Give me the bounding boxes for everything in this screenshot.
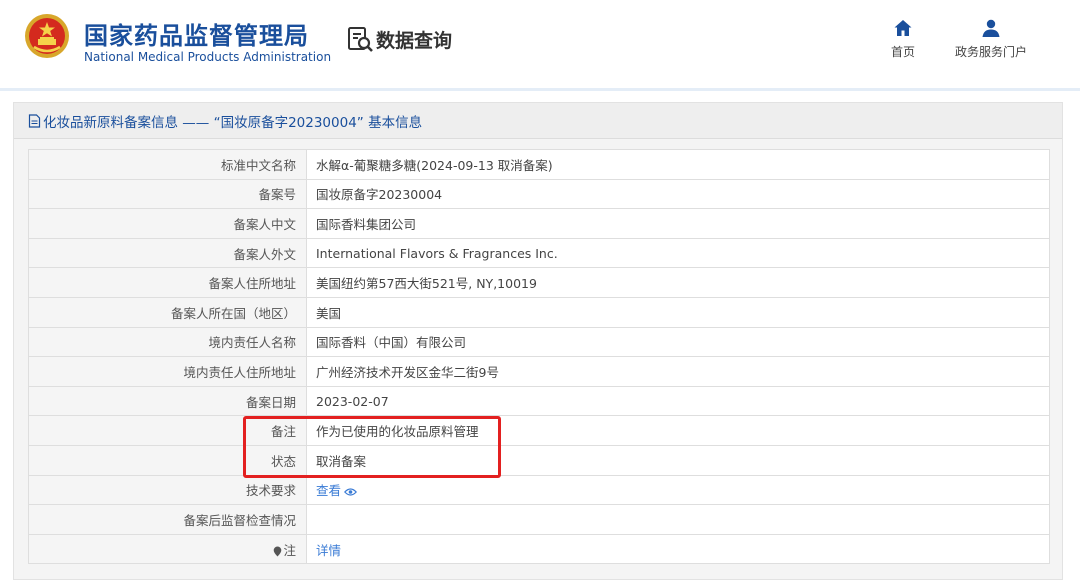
nav-portal-label: 政务服务门户 (954, 45, 1027, 59)
row-label: 境内责任人名称 (28, 326, 307, 358)
row-label: 状态 (28, 444, 307, 476)
eye-icon (344, 488, 358, 496)
row-value: 作为已使用的化妆品原料管理 (306, 415, 1050, 446)
row-label: 备案后监督检查情况 (28, 504, 307, 535)
row-value: International Flavors & Fragrances Inc. (306, 237, 1050, 269)
table-row: 注 详情 (28, 533, 1050, 565)
table-row: 备案号 国妆原备字20230004 (28, 178, 1050, 210)
view-link-label: 查看 (316, 483, 342, 499)
table-row: 备注 作为已使用的化妆品原料管理 (28, 415, 1050, 446)
row-label: 备注 (28, 415, 307, 446)
home-icon (894, 20, 912, 36)
row-label: 境内责任人住所地址 (28, 356, 307, 387)
data-query-title: 数据查询 (346, 25, 452, 53)
user-icon (982, 19, 1000, 37)
national-emblem-icon (25, 14, 69, 58)
table-row: 备案后监督检查情况 (28, 504, 1050, 535)
data-search-icon (348, 27, 373, 52)
note-label: 注 (283, 542, 296, 558)
row-label: 备案人住所地址 (28, 267, 307, 298)
table-row: 状态 取消备案 (28, 444, 1050, 476)
row-value: 2023-02-07 (306, 385, 1050, 417)
row-value: 详情 (306, 533, 1050, 565)
org-name-en: National Medical Products Administration (84, 50, 332, 64)
table-row: 备案日期 2023-02-07 (28, 385, 1050, 417)
table-row: 境内责任人名称 国际香料（中国）有限公司 (28, 326, 1050, 358)
row-label: 标准中文名称 (28, 149, 307, 180)
row-value: 查看 (306, 474, 1050, 506)
pin-icon (274, 546, 282, 557)
row-value: 水解α-葡聚糖多糖(2024-09-13 取消备案) (306, 149, 1050, 180)
panel-title: 化妆品新原料备案信息 —— “国妆原备字20230004” 基本信息 (14, 103, 1062, 139)
panel-title-text: 化妆品新原料备案信息 —— “国妆原备字20230004” 基本信息 (43, 114, 423, 131)
info-panel: 化妆品新原料备案信息 —— “国妆原备字20230004” 基本信息 标准中文名… (13, 102, 1063, 580)
row-value: 国际香料（中国）有限公司 (306, 326, 1050, 358)
nav-home-link[interactable]: 首页 (884, 18, 922, 60)
row-value: 美国纽约第57西大街521号, NY,10019 (306, 267, 1050, 298)
row-value: 国际香料集团公司 (306, 208, 1050, 239)
row-value: 广州经济技术开发区金华二街9号 (306, 356, 1050, 387)
table-row: 备案人住所地址 美国纽约第57西大街521号, NY,10019 (28, 267, 1050, 298)
details-link[interactable]: 详情 (316, 543, 341, 558)
table-row: 标准中文名称 水解α-葡聚糖多糖(2024-09-13 取消备案) (28, 149, 1050, 180)
org-name-cn: 国家药品监督管理局 (84, 22, 309, 50)
site-header: 国家药品监督管理局 National Medical Products Admi… (0, 0, 1080, 88)
nav-home-label: 首页 (890, 45, 915, 59)
row-value (306, 504, 1050, 535)
info-table: 标准中文名称 水解α-葡聚糖多糖(2024-09-13 取消备案) 备案号 国妆… (28, 149, 1050, 565)
row-label: 注 (28, 533, 307, 565)
table-row: 备案人中文 国际香料集团公司 (28, 208, 1050, 239)
row-label: 备案人中文 (28, 208, 307, 239)
row-label: 备案号 (28, 178, 307, 210)
header-divider (0, 88, 1080, 91)
table-row: 备案人所在国（地区） 美国 (28, 296, 1050, 328)
row-label: 备案日期 (28, 385, 307, 417)
nav-portal-link[interactable]: 政务服务门户 (948, 18, 1034, 60)
table-row: 备案人外文 International Flavors & Fragrances… (28, 237, 1050, 269)
table-row: 技术要求 查看 (28, 474, 1050, 506)
row-label: 备案人外文 (28, 237, 307, 269)
row-label: 备案人所在国（地区） (28, 296, 307, 328)
row-value: 美国 (306, 296, 1050, 328)
status-value: 取消备案 (306, 444, 1050, 476)
page-title: 数据查询 (376, 29, 453, 52)
row-label: 技术要求 (28, 474, 307, 506)
view-tech-requirements-link[interactable]: 查看 (316, 483, 358, 499)
table-row: 境内责任人住所地址 广州经济技术开发区金华二街9号 (28, 356, 1050, 387)
document-icon (28, 113, 41, 128)
row-value: 国妆原备字20230004 (306, 178, 1050, 210)
